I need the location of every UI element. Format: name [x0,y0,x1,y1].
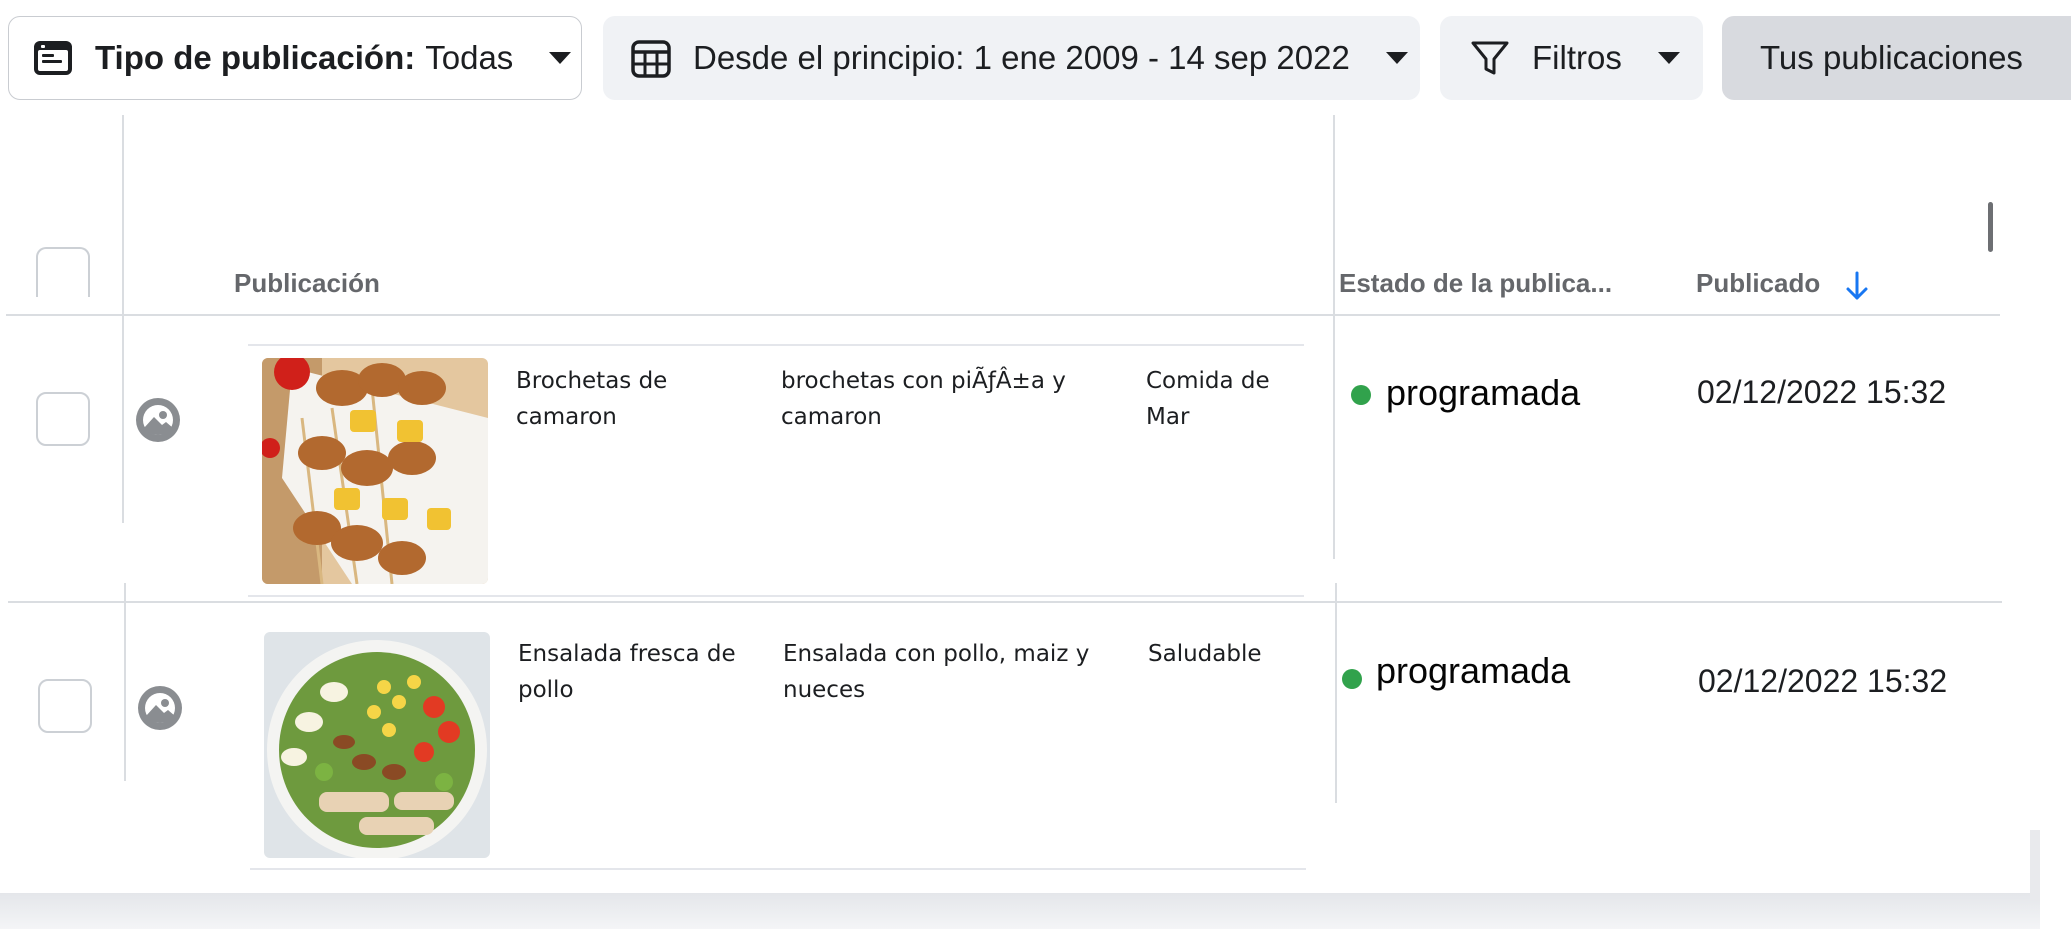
row-divider [8,601,2002,603]
post-title[interactable]: Ensalada fresca de pollo [518,636,748,708]
date-range-dropdown[interactable]: Desde el principio: 1 ene 2009 - 14 sep … [603,16,1420,100]
post-category: Comida de Mar [1146,368,1270,430]
header-divider [6,314,2000,316]
card-shadow [0,893,2040,929]
date-range-label: Desde el principio: 1 ene 2009 - 14 sep … [693,39,1350,76]
caret-down-icon [1385,52,1408,64]
post-thumbnail-shrimp-skewers[interactable] [262,358,488,584]
column-header-post[interactable]: Publicación [234,268,380,299]
post-type-value: Todas [425,39,514,76]
your-posts-button[interactable]: Tus publicaciones [1722,16,2071,100]
post-type-label: Tipo de publicación: [95,39,416,76]
post-category: Saludable [1148,641,1262,667]
select-all-checkbox[interactable] [36,247,90,297]
post-cell-border [248,595,1304,597]
photo-post-icon [136,398,180,442]
post-cell-border [248,344,1304,346]
column-header-status[interactable]: Estado de la publica... [1339,268,1612,299]
post-status: programada [1376,650,1571,691]
filters-dropdown[interactable]: Filtros [1440,16,1703,100]
column-divider [124,583,126,781]
photo-post-icon [138,686,182,730]
your-posts-label: Tus publicaciones [1760,39,2023,76]
card-shadow-edge [2030,830,2040,900]
calendar-icon [631,40,671,78]
column-divider [1335,583,1337,803]
post-cell-border [250,868,1306,870]
row-checkbox[interactable] [38,679,92,733]
post-description: brochetas con piÃƒÂ±a y camaron [781,368,1066,430]
post-description: Ensalada con pollo, maiz y nueces [783,641,1090,703]
caret-down-icon [1657,52,1680,64]
post-title[interactable]: Brochetas de camaron [516,363,771,435]
caret-down-icon [549,52,572,64]
column-header-published[interactable]: Publicado [1696,268,1820,299]
toolbar: Tipo de publicación: Todas Desde el prin… [0,0,2071,105]
row-checkbox[interactable] [36,392,90,446]
status-scheduled-dot [1342,669,1362,689]
post-status: programada [1386,372,1581,413]
post-published-date: 02/12/2022 15:32 [1698,663,1948,699]
post-published-date: 02/12/2022 15:32 [1697,374,1947,410]
post-thumbnail-chicken-salad[interactable] [264,632,490,858]
post-type-dropdown[interactable]: Tipo de publicación: Todas [8,16,582,100]
post-type-icon [34,41,72,75]
scrollbar-thumb[interactable] [1988,202,1993,252]
filter-icon [1471,41,1509,75]
sort-descending-icon[interactable] [1842,270,1872,302]
column-divider [1333,115,1335,559]
filters-label: Filtros [1532,39,1622,76]
column-divider [122,115,124,523]
status-scheduled-dot [1351,385,1371,405]
